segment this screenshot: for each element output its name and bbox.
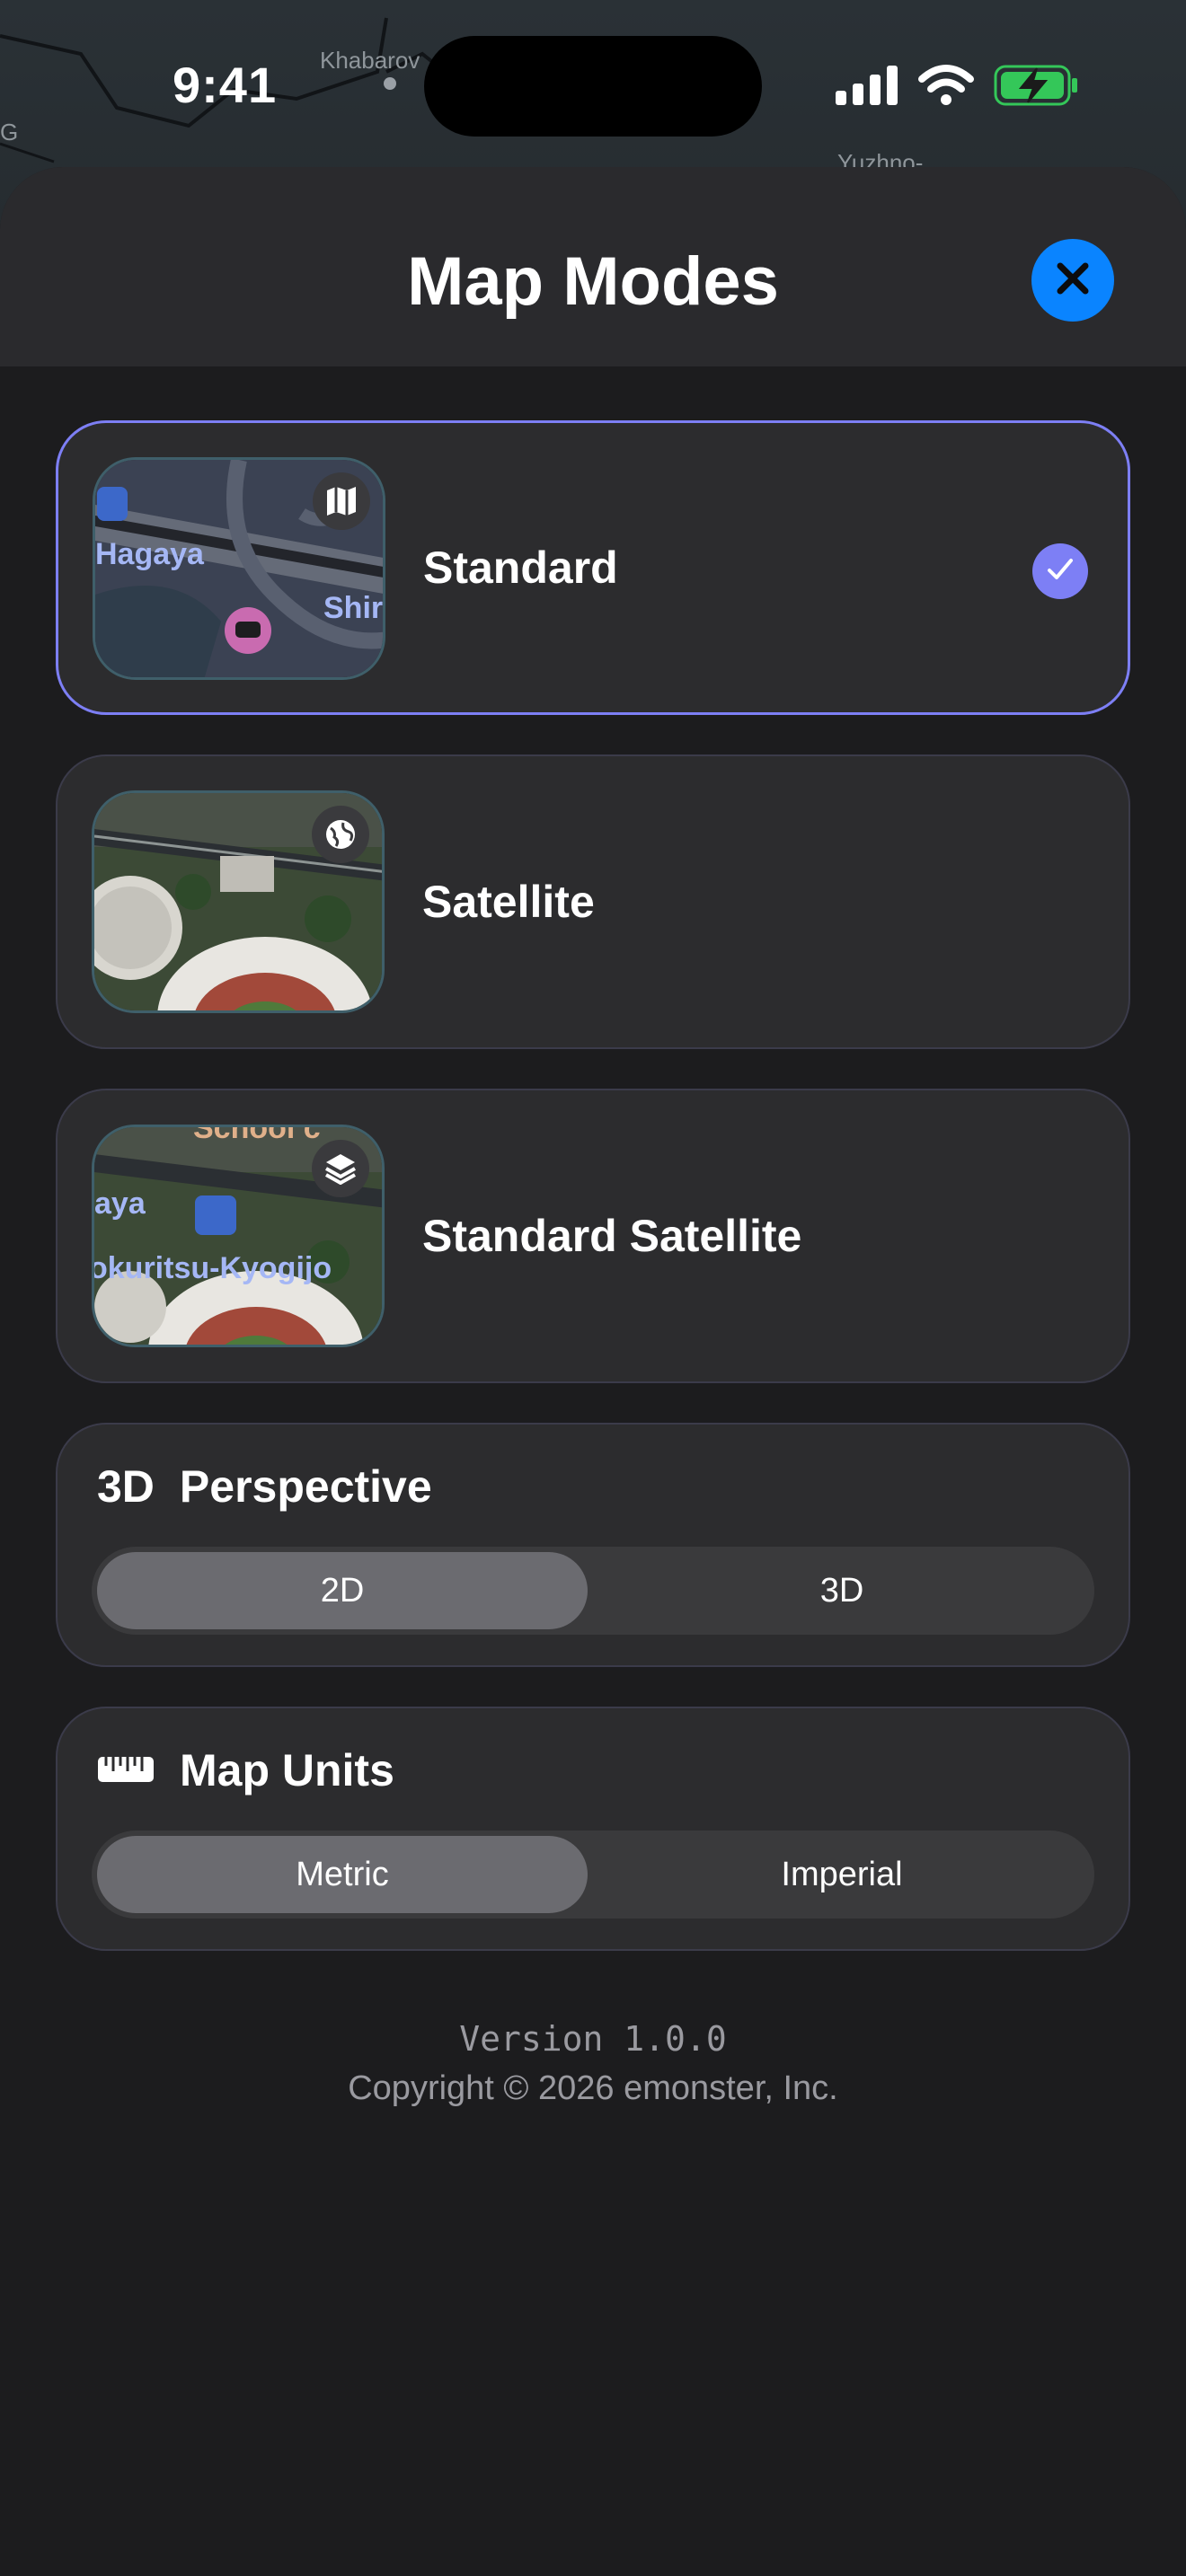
- map-modes-sheet: Map Modes Hagaya Shir Standard Satellite…: [0, 167, 1186, 2576]
- layers-icon: [323, 1151, 358, 1187]
- map-units-card: Map Units Metric Imperial: [56, 1707, 1130, 1951]
- battery-charging-icon: [994, 65, 1078, 110]
- perspective-option-2d[interactable]: 2D: [97, 1552, 588, 1629]
- mode-label: Satellite: [422, 877, 595, 927]
- signal-icon: [836, 66, 898, 110]
- standard-satellite-thumbnail: School c aya okuritsu-Kyogijo: [92, 1125, 385, 1347]
- thumb-label-kyogijo: okuritsu-Kyogijo: [92, 1251, 332, 1285]
- map-units-header: Map Units: [97, 1744, 394, 1796]
- map-mode-standard-satellite[interactable]: School c aya okuritsu-Kyogijo Standard S…: [56, 1089, 1130, 1383]
- sheet-header: Map Modes: [0, 167, 1186, 366]
- map-mode-satellite[interactable]: Satellite: [56, 754, 1130, 1049]
- globe-icon: [323, 817, 358, 851]
- map-icon: [324, 484, 358, 518]
- version-text: Version 1.0.0: [459, 2019, 727, 2059]
- status-bar: 9:41: [0, 0, 1186, 171]
- mode-label: Standard Satellite: [422, 1211, 802, 1261]
- units-option-metric[interactable]: Metric: [97, 1836, 588, 1913]
- status-icons: [836, 65, 1078, 110]
- thumb-badge: [312, 806, 369, 863]
- map-modes-screen: Khabarov Yuzhno- G 9:41 Map Modes Hagaya…: [0, 0, 1186, 2576]
- units-option-imperial[interactable]: Imperial: [597, 1836, 1087, 1913]
- thumb-label-school: School c: [193, 1125, 321, 1145]
- map-mode-standard[interactable]: Hagaya Shir Standard: [56, 420, 1130, 715]
- mode-label: Standard: [423, 543, 618, 593]
- thumb-label-shir: Shir: [323, 591, 384, 625]
- status-time: 9:41: [173, 57, 278, 113]
- perspective-header: 3D Perspective: [97, 1460, 432, 1513]
- thumb-badge: [312, 1140, 369, 1197]
- sheet-title: Map Modes: [407, 243, 779, 320]
- thumb-label-aya: aya: [94, 1187, 146, 1221]
- dynamic-island: [424, 36, 762, 137]
- perspective-title: Perspective: [179, 1461, 432, 1512]
- perspective-segmented-control: 2D 3D: [92, 1547, 1094, 1635]
- standard-thumbnail: Hagaya Shir: [93, 457, 385, 680]
- close-icon: [1053, 259, 1093, 303]
- thumb-badge: [313, 472, 370, 530]
- map-units-title: Map Units: [180, 1745, 394, 1795]
- thumb-label-hagaya: Hagaya: [95, 537, 204, 571]
- perspective-card: 3D Perspective 2D 3D: [56, 1423, 1130, 1667]
- satellite-thumbnail: [92, 790, 385, 1013]
- wifi-icon: [918, 65, 974, 110]
- close-button[interactable]: [1031, 239, 1114, 322]
- ruler-icon: [97, 1744, 155, 1796]
- selected-checkmark: [1032, 543, 1088, 599]
- checkmark-icon: [1044, 553, 1076, 590]
- perspective-3d-label: 3D: [97, 1461, 155, 1512]
- perspective-option-3d[interactable]: 3D: [597, 1552, 1087, 1629]
- copyright-text: Copyright © 2026 emonster, Inc.: [348, 2069, 838, 2107]
- units-segmented-control: Metric Imperial: [92, 1831, 1094, 1919]
